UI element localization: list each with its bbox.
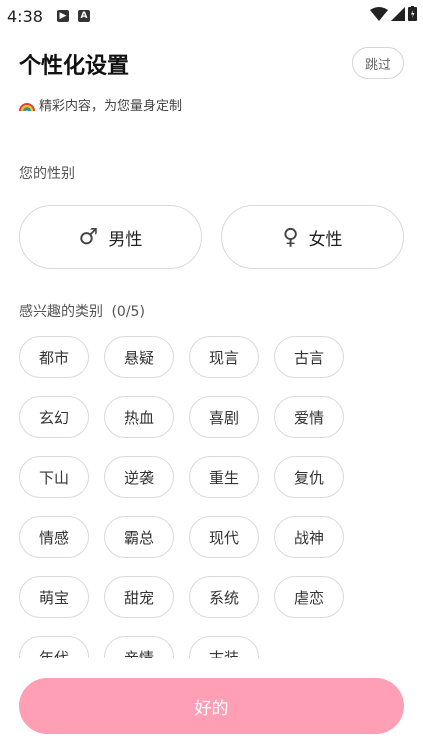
wifi-icon	[370, 6, 388, 21]
interest-chip-list: 都市 悬疑 现言 古言玄幻 热血 喜剧 爱情下山 逆袭 重生 复仇情感 霸总 现代 战神萌宝 甜宠 系统 虐恋…	[0, 326, 423, 658]
interest-chip[interactable]: 战神	[274, 516, 344, 558]
interest-chip[interactable]: 系统	[189, 576, 259, 618]
skip-button[interactable]: 跳过	[352, 47, 404, 79]
interest-chip[interactable]: 虐恋	[274, 576, 344, 618]
interest-chip[interactable]: 都市	[19, 336, 89, 378]
interest-chip[interactable]: 热血	[104, 396, 174, 438]
interest-chip[interactable]: 亲情	[104, 636, 174, 658]
female-icon: ♀	[282, 224, 299, 250]
confirm-button[interactable]: 好的	[19, 678, 404, 734]
interests-label: 感兴趣的类别 (0/5)	[19, 301, 145, 321]
interest-chip[interactable]: 下山	[19, 456, 89, 498]
interest-chip[interactable]: 现代	[189, 516, 259, 558]
status-time: 4:38	[7, 6, 43, 26]
status-right-icons	[370, 6, 417, 21]
interest-chip[interactable]: 重生	[189, 456, 259, 498]
interest-chip[interactable]: 爱情	[274, 396, 344, 438]
gender-male-label: 男性	[108, 229, 143, 250]
play-store-icon: ▶	[56, 10, 69, 22]
interest-chip[interactable]: 悬疑	[104, 336, 174, 378]
rainbow-icon	[19, 102, 35, 111]
interest-chip[interactable]: 玄幻	[19, 396, 89, 438]
interest-chip[interactable]: 复仇	[274, 456, 344, 498]
gender-male-button[interactable]: ♂ 男性	[19, 205, 202, 269]
gender-label: 您的性别	[19, 166, 75, 182]
page-title: 个性化设置	[19, 54, 130, 79]
subtitle: 精彩内容，为您量身定制	[19, 95, 182, 114]
interest-chip[interactable]: 萌宝	[19, 576, 89, 618]
personalization-screen: 4:38 ▶ A 个性化设置 跳过 精彩内容，为您量身定制 您的性别 ♂ 男性 …	[0, 0, 423, 753]
interest-chip[interactable]: 情感	[19, 516, 89, 558]
interest-chip[interactable]: 喜剧	[189, 396, 259, 438]
interest-chip[interactable]: 年代	[19, 636, 89, 658]
gender-female-label: 女性	[308, 229, 343, 250]
interests-label-text: 感兴趣的类别	[19, 304, 103, 320]
interest-chip[interactable]: 逆袭	[104, 456, 174, 498]
interests-count: (0/5)	[111, 304, 145, 320]
interest-chip[interactable]: 甜宠	[104, 576, 174, 618]
gender-female-button[interactable]: ♀ 女性	[221, 205, 404, 269]
notification-a-icon: A	[77, 10, 90, 22]
interest-chip[interactable]: 古言	[274, 336, 344, 378]
signal-icon	[391, 6, 405, 21]
interest-chip[interactable]: 霸总	[104, 516, 174, 558]
subtitle-text: 精彩内容，为您量身定制	[39, 99, 183, 114]
battery-icon	[408, 6, 417, 21]
male-icon: ♂	[78, 224, 99, 250]
status-bar: 4:38 ▶ A	[0, 0, 423, 32]
interest-chip[interactable]: 古装	[189, 636, 259, 658]
interest-chip[interactable]: 现言	[189, 336, 259, 378]
